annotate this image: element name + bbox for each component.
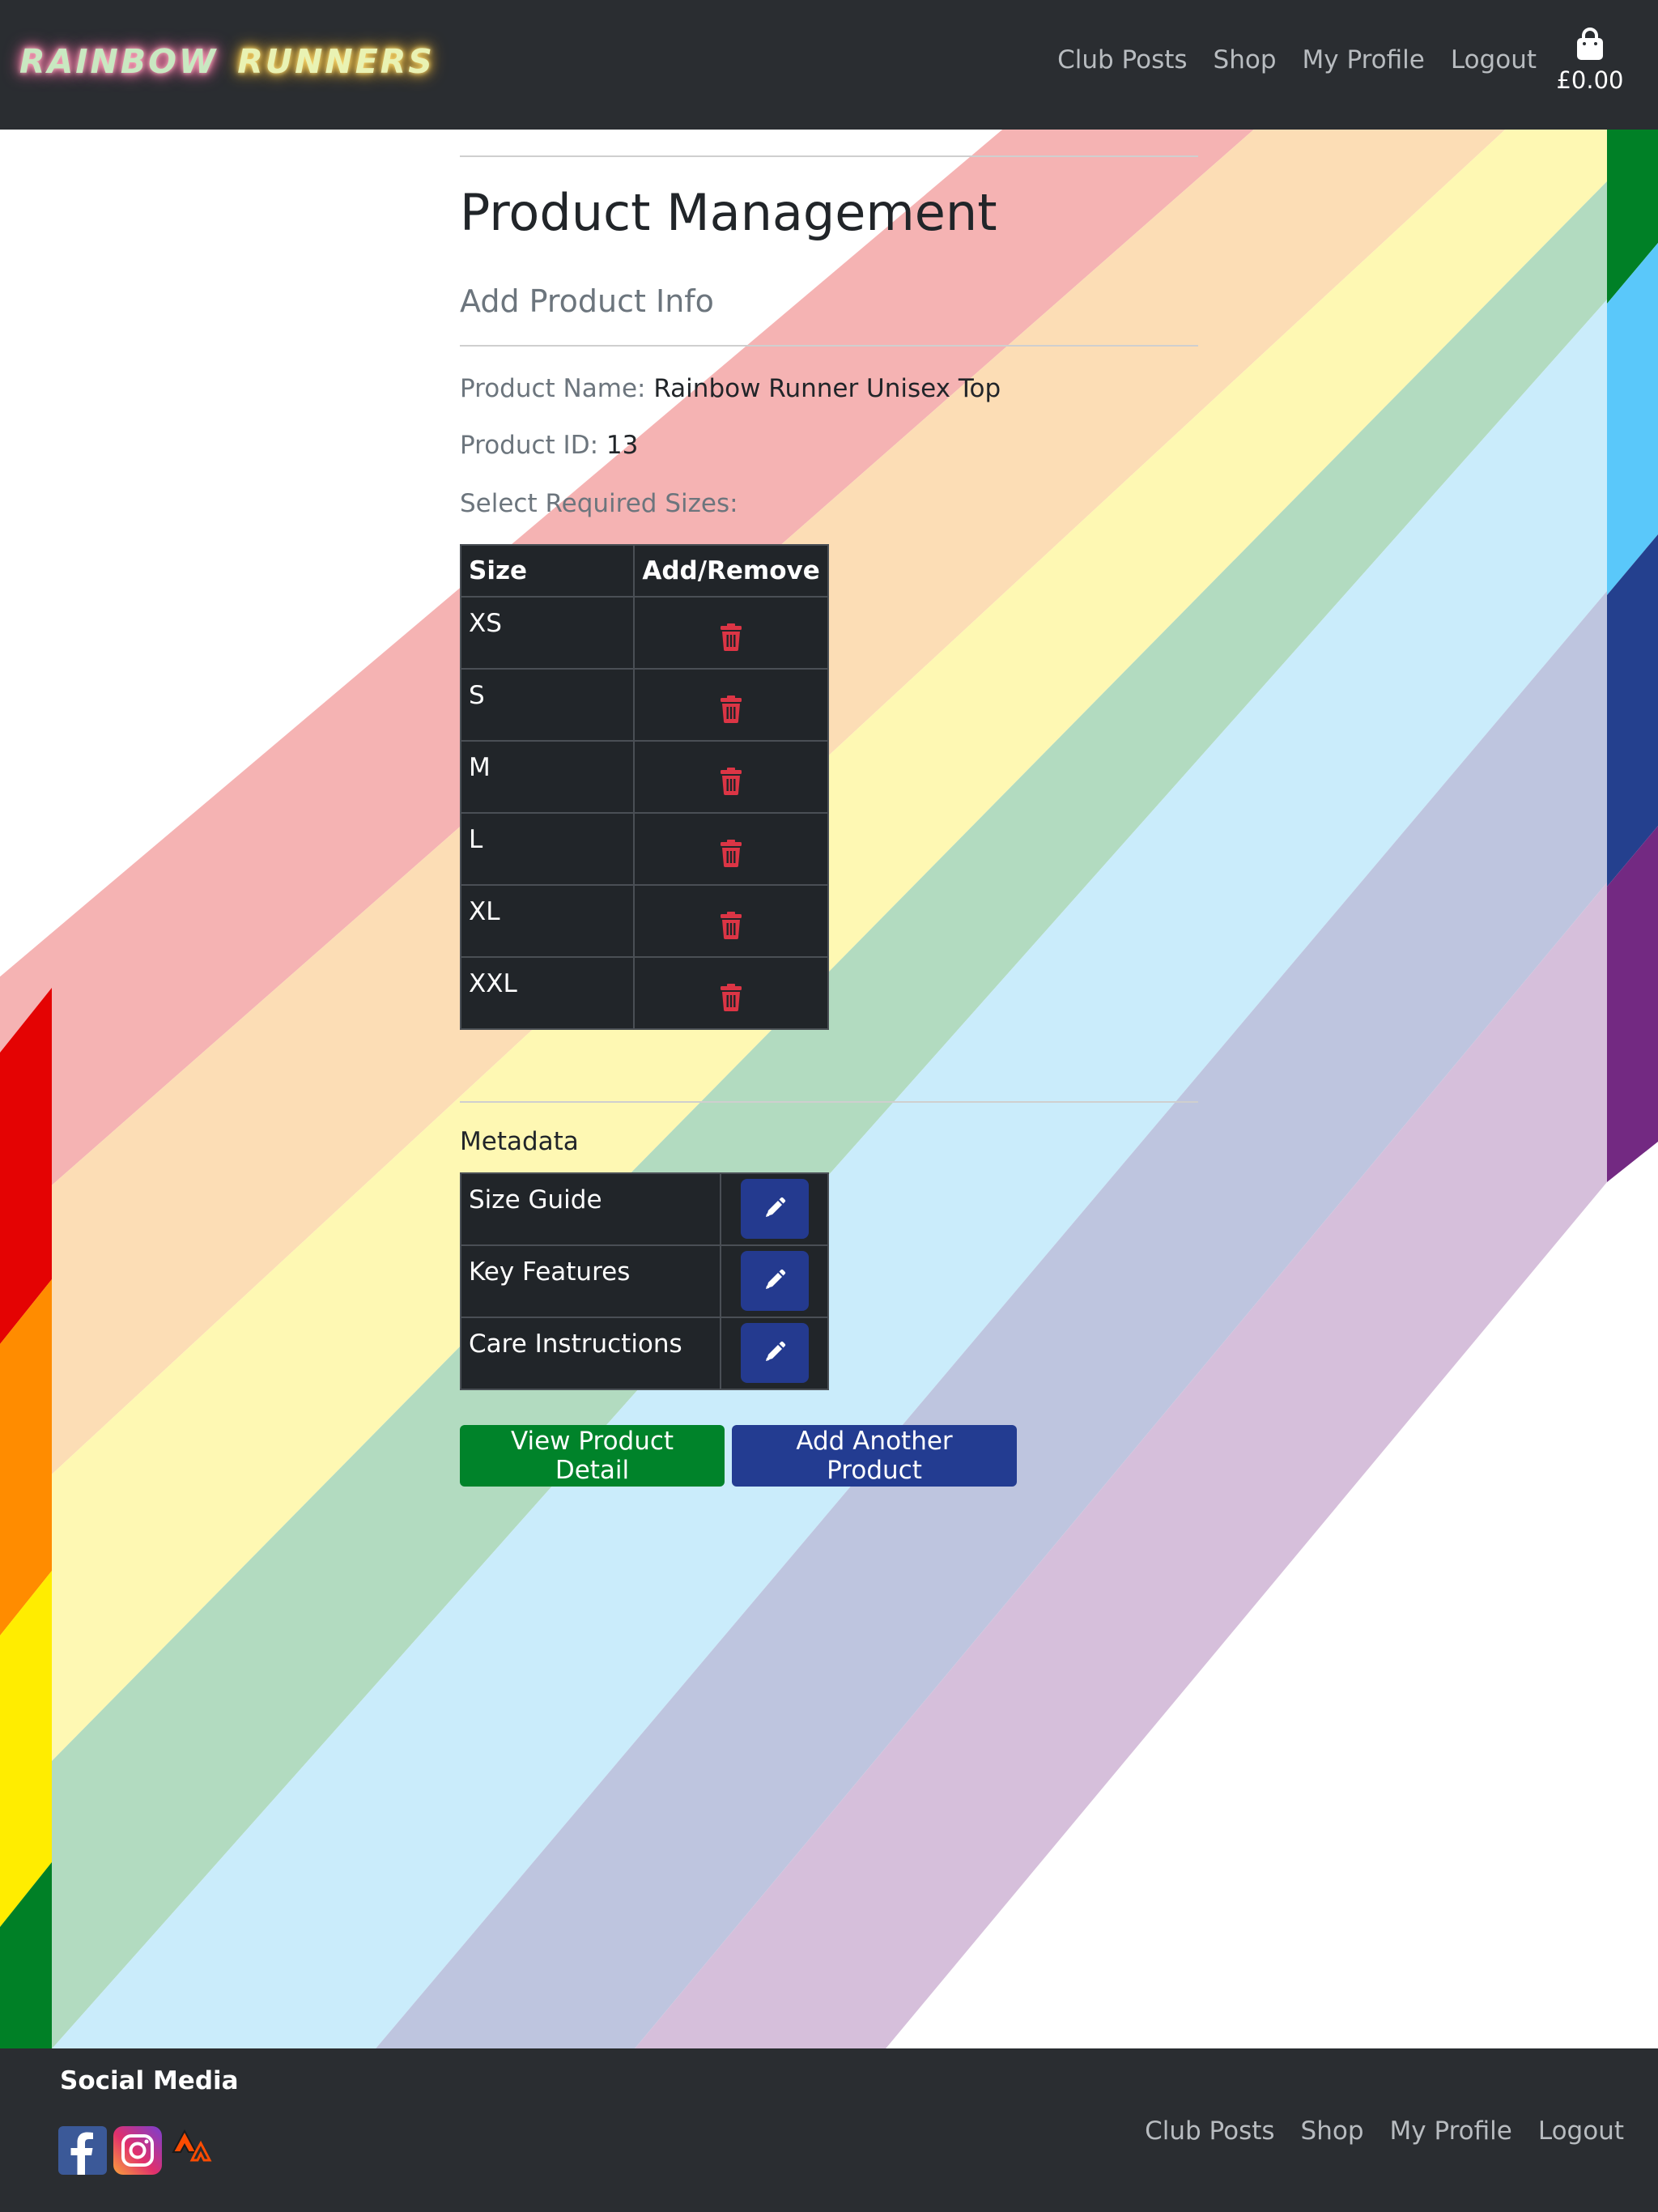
metadata-action-cell [720, 1172, 829, 1246]
product-id-field: Product ID: 13 [460, 431, 638, 460]
nav-link-shop[interactable]: Shop [1214, 45, 1277, 74]
product-name-field: Product Name: Rainbow Runner Unisex Top [460, 374, 1001, 403]
metadata-title: Metadata [460, 1127, 579, 1156]
metadata-row: Size Guide [459, 1172, 829, 1246]
size-row: XL [459, 884, 829, 958]
size-action-cell [633, 884, 829, 958]
trash-icon[interactable] [720, 984, 742, 1018]
product-id-label: Product ID: [460, 431, 599, 460]
product-id-value: 13 [606, 431, 639, 460]
metadata-row: Key Features [459, 1244, 829, 1318]
footer-link-club-posts[interactable]: Club Posts [1145, 2116, 1274, 2146]
social-media-title: Social Media [60, 2066, 239, 2095]
footer: Social Media Club Posts Shop My Profile … [0, 2048, 1658, 2212]
shopping-bag-icon [1577, 28, 1603, 60]
instagram-icon[interactable] [113, 2126, 162, 2175]
pencil-icon [762, 1267, 788, 1295]
size-label: XXL [459, 956, 636, 1030]
section-title: Add Product Info [460, 283, 714, 319]
footer-links: Club Posts Shop My Profile Logout [1145, 2116, 1624, 2146]
pencil-icon [762, 1339, 788, 1368]
sizes-table: Size Add/Remove XS S M L XL XXL [459, 544, 829, 1030]
rainbow-background [0, 130, 1658, 2048]
nav-link-my-profile[interactable]: My Profile [1303, 45, 1425, 74]
facebook-icon[interactable] [58, 2126, 107, 2175]
size-row: XXL [459, 956, 829, 1030]
product-name-label: Product Name: [460, 374, 646, 403]
size-row: L [459, 812, 829, 886]
size-action-cell [633, 812, 829, 886]
trash-icon[interactable] [720, 768, 742, 802]
size-label: M [459, 740, 636, 814]
footer-link-my-profile[interactable]: My Profile [1390, 2116, 1512, 2146]
size-row: S [459, 668, 829, 742]
metadata-action-cell [720, 1317, 829, 1390]
navbar: RAINBOW RUNNERS Club Posts Shop My Profil… [0, 0, 1658, 130]
divider [460, 345, 1198, 347]
sizes-prompt: Select Required Sizes: [460, 489, 738, 518]
nav-link-club-posts[interactable]: Club Posts [1057, 45, 1187, 74]
trash-icon[interactable] [720, 840, 742, 874]
divider [460, 1101, 1198, 1103]
size-label: XL [459, 884, 636, 958]
size-action-cell [633, 956, 829, 1030]
edit-metadata-button[interactable] [740, 1179, 809, 1239]
pencil-icon [762, 1195, 788, 1223]
add-another-product-button[interactable]: Add Another Product [732, 1425, 1017, 1487]
sizes-header-size: Size [459, 544, 636, 598]
size-action-cell [633, 740, 829, 814]
size-label: S [459, 668, 636, 742]
nav-links: Club Posts Shop My Profile Logout [1057, 45, 1537, 74]
footer-link-shop[interactable]: Shop [1301, 2116, 1364, 2146]
size-row: XS [459, 596, 829, 670]
nav-link-logout[interactable]: Logout [1451, 45, 1537, 74]
size-row: M [459, 740, 829, 814]
brand-word-rainbow: RAINBOW [19, 42, 219, 81]
cart-total: £0.00 [1556, 66, 1624, 94]
brand-word-runners: RUNNERS [237, 42, 435, 81]
view-product-detail-button[interactable]: View Product Detail [460, 1425, 725, 1487]
product-name-value: Rainbow Runner Unisex Top [653, 374, 1001, 403]
cart-button[interactable]: £0.00 [1553, 28, 1627, 94]
metadata-row: Care Instructions [459, 1317, 829, 1390]
sizes-header-action: Add/Remove [633, 544, 829, 598]
trash-icon[interactable] [720, 696, 742, 730]
divider [460, 155, 1198, 157]
brand-logo[interactable]: RAINBOW RUNNERS [19, 42, 435, 87]
size-label: L [459, 812, 636, 886]
metadata-label: Care Instructions [459, 1317, 722, 1390]
size-action-cell [633, 668, 829, 742]
footer-link-logout[interactable]: Logout [1538, 2116, 1624, 2146]
page-title: Product Management [460, 183, 997, 242]
size-action-cell [633, 596, 829, 670]
trash-icon[interactable] [720, 912, 742, 946]
metadata-action-cell [720, 1244, 829, 1318]
trash-icon[interactable] [720, 623, 742, 657]
edit-metadata-button[interactable] [740, 1251, 809, 1311]
social-icons [58, 2126, 217, 2175]
metadata-table: Size Guide Key Features Care Instructions [459, 1172, 829, 1390]
strava-icon[interactable] [168, 2126, 217, 2175]
metadata-label: Size Guide [459, 1172, 722, 1246]
metadata-label: Key Features [459, 1244, 722, 1318]
size-label: XS [459, 596, 636, 670]
edit-metadata-button[interactable] [740, 1323, 809, 1383]
